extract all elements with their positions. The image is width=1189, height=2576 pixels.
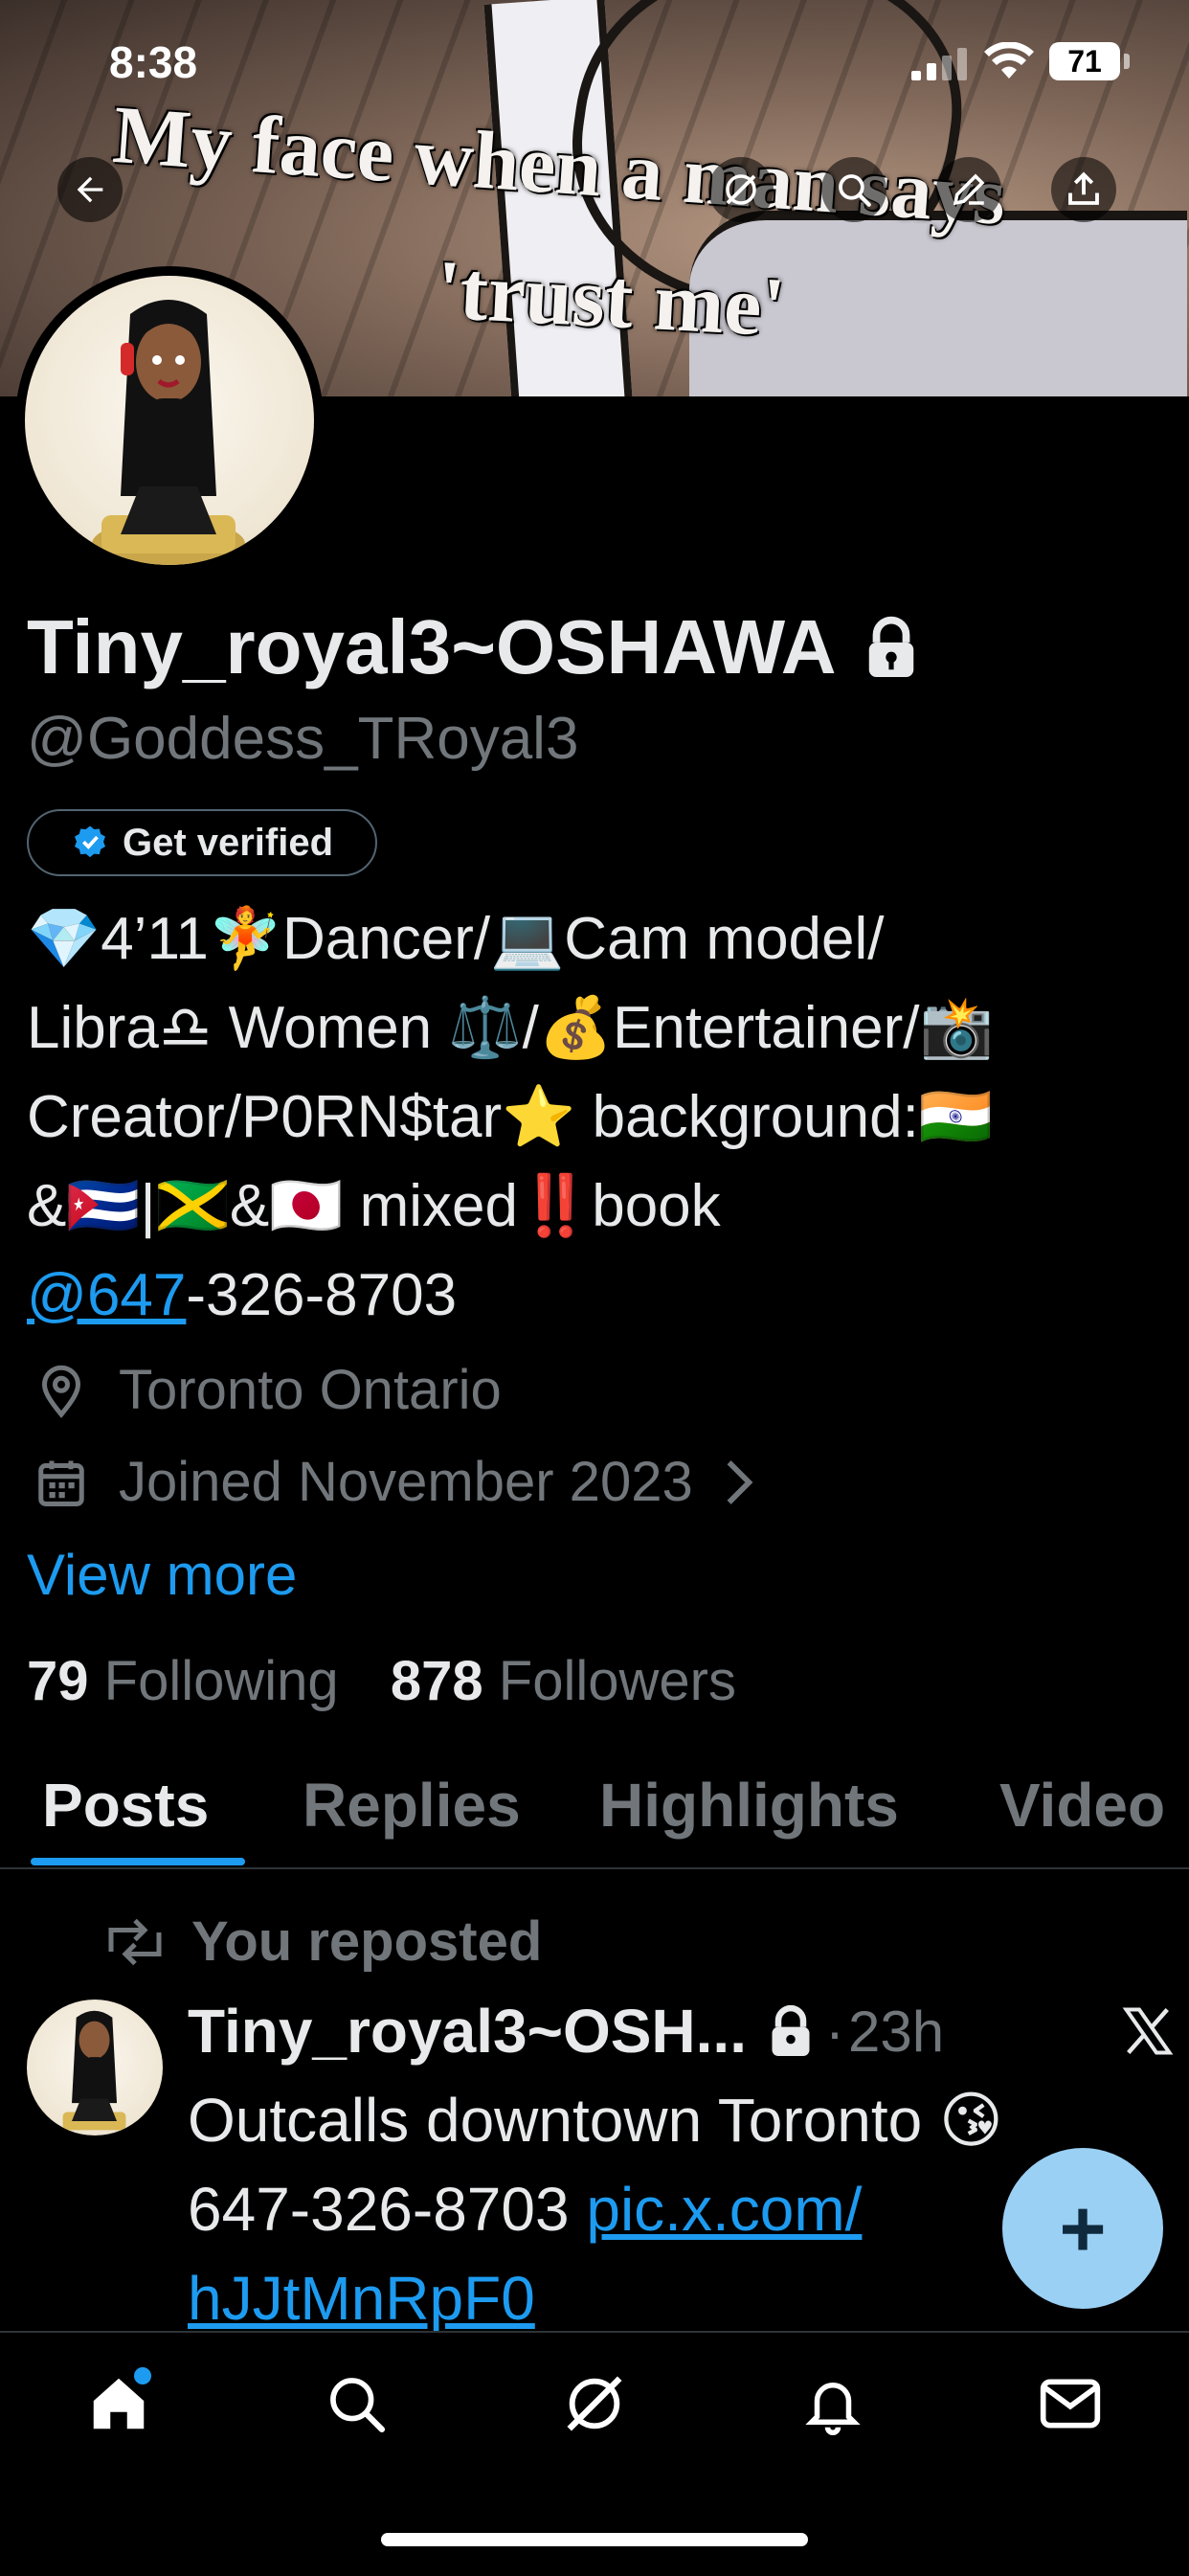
profile-bio: 💎4’11🧚Dancer/💻Cam model/ Libra♎ Women ⚖️…	[27, 894, 1189, 1340]
share-icon	[1068, 171, 1099, 205]
bio-line: &🇨🇺|🇯🇲&🇯🇵 mixed‼️book	[27, 1173, 721, 1239]
signal-icon	[911, 48, 971, 85]
following-count: 79	[27, 1650, 89, 1712]
post-time: 23h	[847, 1999, 945, 2064]
bio-phone-line: @647-326-8703	[27, 1251, 1189, 1340]
profile-avatar[interactable]	[15, 266, 324, 575]
bio-phone-rest: -326-8703	[186, 1262, 458, 1328]
x-logo-icon[interactable]	[1122, 2007, 1174, 2055]
followers-label: Followers	[498, 1650, 736, 1712]
home-indicator	[381, 2533, 808, 2546]
active-tab-indicator	[31, 1858, 245, 1865]
bio-line: 💎4’11🧚Dancer/💻Cam model/	[27, 906, 885, 972]
post-text-line: Outcalls downtown Toronto 😘	[188, 2086, 1003, 2155]
plus-icon: +	[1059, 2183, 1107, 2273]
search-icon	[330, 2378, 386, 2433]
mail-icon	[1040, 2379, 1101, 2429]
repost-label: You reposted	[191, 1910, 543, 1973]
back-button[interactable]	[57, 157, 123, 222]
banner-caption-line2: 'trust me'	[434, 243, 788, 355]
tab-highlights[interactable]: Highlights	[599, 1770, 899, 1841]
view-more-link[interactable]: View more	[27, 1542, 297, 1608]
search-icon	[839, 174, 871, 207]
display-name: Tiny_royal3~OSHAWA	[27, 604, 837, 689]
grok-icon	[726, 174, 756, 205]
post-link[interactable]: pic.x.com/	[586, 2175, 862, 2244]
lock-icon	[772, 2004, 810, 2056]
avatar-illustration	[62, 2010, 126, 2131]
chevron-right-icon	[727, 1459, 753, 1504]
edit-button[interactable]	[936, 157, 1001, 222]
wifi-icon	[984, 41, 1034, 85]
nav-search[interactable]	[318, 2365, 394, 2442]
status-time: 8:38	[109, 37, 198, 87]
post-link-continued[interactable]: hJJtMnRpF0	[188, 2264, 535, 2333]
home-notification-dot	[134, 2367, 151, 2384]
nav-notifications[interactable]	[795, 2365, 871, 2442]
battery-icon: 71	[1049, 42, 1120, 80]
followers-link[interactable]: 878 Followers	[391, 1650, 736, 1712]
avatar-illustration	[92, 300, 245, 565]
following-link[interactable]: 79 Following	[27, 1650, 354, 1712]
battery-level: 71	[1067, 43, 1102, 79]
post-author-avatar[interactable]	[27, 2000, 163, 2135]
get-verified-button[interactable]: Get verified	[27, 809, 377, 876]
bio-line: Creator/P0RN$tar⭐ background:🇮🇳	[27, 1084, 994, 1150]
tab-replies[interactable]: Replies	[303, 1770, 521, 1841]
verified-badge-icon	[74, 825, 105, 858]
profile-handle: @Goddess_TRoyal3	[27, 706, 579, 772]
lock-icon	[868, 616, 913, 677]
repost-icon	[108, 1918, 162, 1965]
grok-icon	[567, 2376, 622, 2431]
post-dot: ·	[824, 1999, 844, 2064]
share-button[interactable]	[1051, 157, 1116, 222]
nav-messages[interactable]	[1032, 2365, 1109, 2442]
bio-line: Libra♎ Women ⚖️/💰Entertainer/📸	[27, 995, 994, 1061]
profile-location: Toronto Ontario	[119, 1359, 502, 1421]
tabs-divider	[0, 1867, 1189, 1869]
back-arrow-icon	[77, 176, 103, 203]
following-label: Following	[103, 1650, 339, 1712]
followers-count: 878	[390, 1650, 483, 1712]
compose-fab[interactable]: +	[1002, 2148, 1163, 2309]
get-verified-label: Get verified	[122, 821, 334, 864]
post-author-name[interactable]: Tiny_royal3~OSH...	[188, 1996, 747, 2067]
post-phone: 647-326-8703	[188, 2175, 587, 2244]
tab-posts[interactable]: Posts	[42, 1770, 209, 1841]
profile-joined: Joined November 2023	[119, 1451, 693, 1513]
nav-grok[interactable]	[556, 2365, 633, 2442]
search-button[interactable]	[821, 157, 886, 222]
battery-tip	[1124, 54, 1130, 69]
bell-icon	[805, 2383, 861, 2435]
nav-home[interactable]	[80, 2365, 157, 2442]
edit-icon	[953, 173, 985, 206]
calendar-icon	[38, 1460, 84, 1506]
tab-video[interactable]: Video	[999, 1770, 1189, 1841]
location-pin-icon	[41, 1365, 81, 1418]
joined-row[interactable]: Joined November 2023	[33, 1450, 756, 1514]
bio-mention-link[interactable]: @647	[27, 1262, 186, 1328]
grok-button[interactable]	[708, 157, 774, 222]
